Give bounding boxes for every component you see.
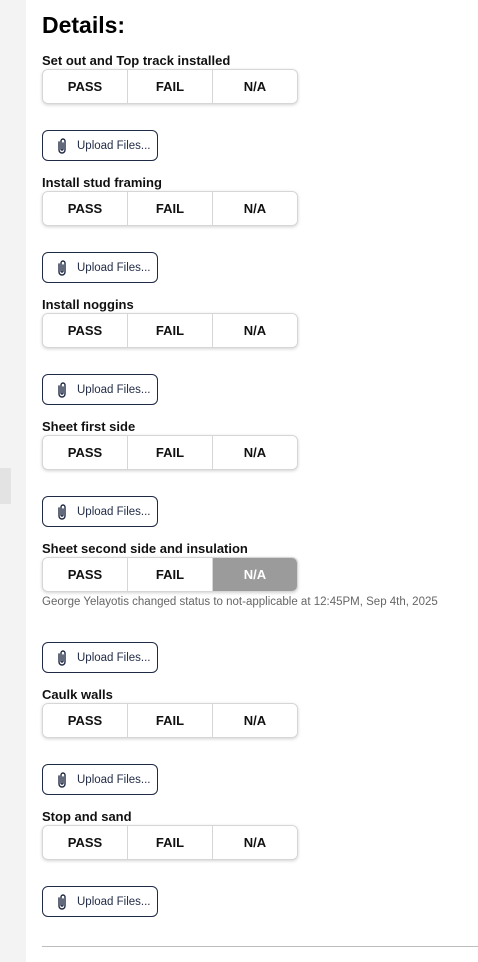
checklist-item: Sheet second side and insulation PASS FA… [42,541,462,673]
fail-button[interactable]: FAIL [128,704,213,737]
paperclip-icon [55,381,69,399]
item-label: Sheet first side [42,419,136,434]
fail-button[interactable]: FAIL [128,558,213,591]
status-toggle: PASS FAIL N/A [42,313,298,348]
upload-files-button[interactable]: Upload Files... [42,374,158,405]
pass-button[interactable]: PASS [43,70,128,103]
na-button[interactable]: N/A [213,192,297,225]
na-button[interactable]: N/A [213,436,297,469]
fail-button[interactable]: FAIL [128,826,213,859]
status-change-note: George Yelayotis changed status to not-a… [42,596,438,608]
na-button[interactable]: N/A [213,314,297,347]
paperclip-icon [55,503,69,521]
status-toggle: PASS FAIL N/A [42,825,298,860]
paperclip-icon [55,893,69,911]
item-label: Install stud framing [42,175,162,190]
pass-button[interactable]: PASS [43,192,128,225]
fail-button[interactable]: FAIL [128,70,213,103]
pass-button[interactable]: PASS [43,704,128,737]
upload-files-label: Upload Files... [77,261,151,274]
pass-button[interactable]: PASS [43,826,128,859]
fail-button[interactable]: FAIL [128,192,213,225]
details-panel: Details: Set out and Top track installed… [26,0,478,962]
pass-button[interactable]: PASS [43,436,128,469]
upload-files-button[interactable]: Upload Files... [42,130,158,161]
pass-button[interactable]: PASS [43,558,128,591]
upload-files-button[interactable]: Upload Files... [42,642,158,673]
na-button[interactable]: N/A [213,70,297,103]
upload-files-button[interactable]: Upload Files... [42,886,158,917]
item-label: Set out and Top track installed [42,53,231,68]
side-tab[interactable] [0,468,11,504]
status-toggle: PASS FAIL N/A [42,703,298,738]
page-title: Details: [42,12,126,38]
upload-files-button[interactable]: Upload Files... [42,252,158,283]
checklist-item: Set out and Top track installed PASS FAI… [42,53,462,161]
paperclip-icon [55,137,69,155]
status-toggle: PASS FAIL N/A [42,557,298,592]
item-label: Install noggins [42,297,134,312]
paperclip-icon [55,771,69,789]
upload-files-button[interactable]: Upload Files... [42,764,158,795]
checklist-item: Install stud framing PASS FAIL N/A Uploa… [42,175,462,283]
fail-button[interactable]: FAIL [128,314,213,347]
checklist-item: Stop and sand PASS FAIL N/A Upload Files… [42,809,462,917]
upload-files-label: Upload Files... [77,139,151,152]
na-button[interactable]: N/A [213,558,297,591]
upload-files-label: Upload Files... [77,383,151,396]
upload-files-label: Upload Files... [77,505,151,518]
item-label: Stop and sand [42,809,132,824]
na-button[interactable]: N/A [213,826,297,859]
checklist-item: Install noggins PASS FAIL N/A Upload Fil… [42,297,462,405]
na-button[interactable]: N/A [213,704,297,737]
upload-files-button[interactable]: Upload Files... [42,496,158,527]
checklist-item: Sheet first side PASS FAIL N/A Upload Fi… [42,419,462,527]
upload-files-label: Upload Files... [77,773,151,786]
divider [42,946,478,947]
paperclip-icon [55,259,69,277]
item-label: Sheet second side and insulation [42,541,248,556]
upload-files-label: Upload Files... [77,895,151,908]
status-toggle: PASS FAIL N/A [42,191,298,226]
item-label: Caulk walls [42,687,113,702]
fail-button[interactable]: FAIL [128,436,213,469]
status-toggle: PASS FAIL N/A [42,435,298,470]
status-toggle: PASS FAIL N/A [42,69,298,104]
upload-files-label: Upload Files... [77,651,151,664]
pass-button[interactable]: PASS [43,314,128,347]
checklist-item: Caulk walls PASS FAIL N/A Upload Files..… [42,687,462,795]
paperclip-icon [55,649,69,667]
